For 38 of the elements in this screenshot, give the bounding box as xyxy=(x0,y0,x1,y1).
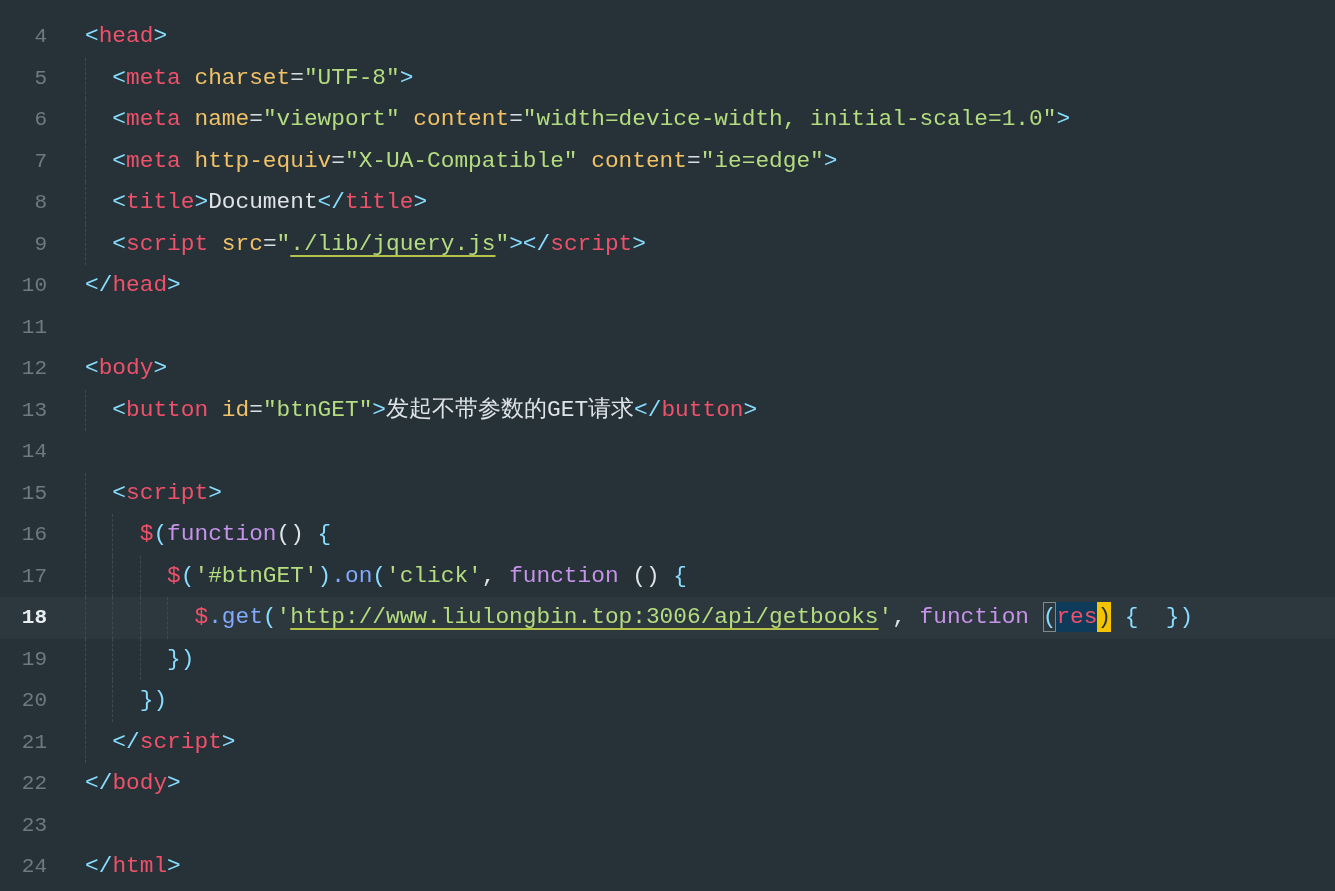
code-line[interactable]: </html> xyxy=(85,846,181,888)
line-number: 8 xyxy=(33,191,47,215)
line-number: 14 xyxy=(20,440,47,464)
line-number: 22 xyxy=(20,772,47,796)
line-number: 20 xyxy=(20,689,47,713)
line-number: 24 xyxy=(20,855,47,879)
line-number: 10 xyxy=(20,274,47,298)
line-number: 12 xyxy=(20,357,47,381)
code-line[interactable]: <script> xyxy=(85,472,222,514)
code-line[interactable]: $.get('http://www.liulongbin.top:3006/api/getbooks', function (res) { }) xyxy=(85,597,1194,639)
line-number: 9 xyxy=(33,232,47,256)
code-line[interactable]: </head> xyxy=(85,265,181,307)
line-number: 7 xyxy=(33,149,47,173)
line-number: 4 xyxy=(33,25,47,49)
code-line[interactable]: <head> xyxy=(85,16,168,58)
line-number: 18 xyxy=(20,606,47,630)
code-line[interactable]: <script src="./lib/jquery.js"></script> xyxy=(85,223,646,265)
line-number: 21 xyxy=(20,730,47,754)
line-number: 6 xyxy=(33,108,47,132)
code-line[interactable]: $(function() { xyxy=(85,514,332,556)
code-line[interactable]: <meta charset="UTF-8"> xyxy=(85,57,414,99)
code-line[interactable]: <title>Document</title> xyxy=(85,182,428,224)
code-line[interactable]: <body> xyxy=(85,348,168,390)
line-number: 23 xyxy=(20,813,47,837)
line-number: 16 xyxy=(20,523,47,547)
code-line[interactable]: }) xyxy=(85,638,195,680)
code-line[interactable]: <meta name="viewport" content="width=device-width, initial-scale=1.0"> xyxy=(85,99,1071,141)
code-line[interactable]: }) xyxy=(85,680,168,722)
line-number: 17 xyxy=(20,564,47,588)
line-number: 19 xyxy=(20,647,47,671)
code-line[interactable]: <button id="btnGET">发起不带参数的GET请求</button> xyxy=(85,389,758,431)
line-number: 5 xyxy=(33,66,47,90)
code-line[interactable]: <meta http-equiv="X-UA-Compatible" content="ie=edge"> xyxy=(85,140,838,182)
code-line[interactable]: </script> xyxy=(85,721,236,763)
line-number: 13 xyxy=(20,398,47,422)
line-number: 11 xyxy=(20,315,47,339)
code-line[interactable]: </body> xyxy=(85,763,181,805)
line-number: 15 xyxy=(20,481,47,505)
